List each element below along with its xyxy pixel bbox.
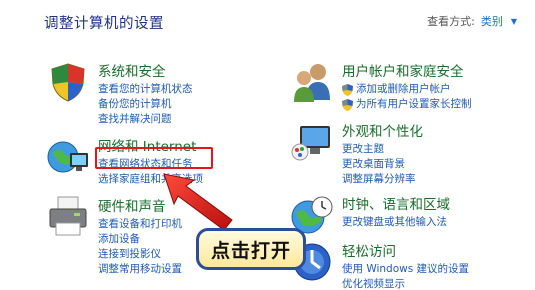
shield-flag-icon[interactable] [46,60,90,104]
uac-shield-icon [342,84,353,96]
link-label: 为所有用户设置家长控制 [356,98,472,110]
users-icon[interactable] [290,60,334,104]
view-by-dropdown[interactable]: 类别 [481,13,503,29]
view-by-label: 查看方式: [427,15,475,28]
monitor-paint-icon[interactable] [290,120,334,164]
link-screen-resolution[interactable]: 调整屏幕分辨率 [342,172,416,187]
callout-label: 点击打开 [196,228,306,270]
link-windows-recommended-settings[interactable]: 使用 Windows 建议的设置 [342,262,469,277]
link-optimize-visual-display[interactable]: 优化视频显示 [342,277,469,290]
category-title[interactable]: 用户帐户和家庭安全 [342,60,464,80]
category-title[interactable]: 系统和安全 [98,60,166,80]
chevron-down-icon[interactable]: ▼ [511,17,517,26]
link-mobility-settings[interactable]: 调整常用移动设置 [98,262,182,277]
view-by-control: 查看方式: 类别 ▼ [427,13,517,29]
link-change-desktop-background[interactable]: 更改桌面背景 [342,157,416,172]
globe-monitor-icon[interactable] [46,135,90,179]
category-title[interactable]: 轻松访问 [342,240,396,260]
link-add-remove-users[interactable]: 添加或删除用户帐户 [342,82,472,97]
link-label: 添加或删除用户帐户 [356,83,451,95]
link-change-keyboard-input[interactable]: 更改键盘或其他输入法 [342,215,447,230]
page-title: 调整计算机的设置 [44,16,164,32]
category-title[interactable]: 外观和个性化 [342,120,423,140]
link-change-theme[interactable]: 更改主题 [342,142,416,157]
link-parental-controls[interactable]: 为所有用户设置家长控制 [342,97,472,112]
category-title[interactable]: 时钟、语言和区域 [342,193,450,213]
printer-icon[interactable] [46,195,90,239]
link-backup-computer[interactable]: 备份您的计算机 [98,97,193,112]
uac-shield-icon [342,99,353,111]
link-view-computer-status[interactable]: 查看您的计算机状态 [98,82,193,97]
link-troubleshoot[interactable]: 查找并解决问题 [98,112,193,127]
